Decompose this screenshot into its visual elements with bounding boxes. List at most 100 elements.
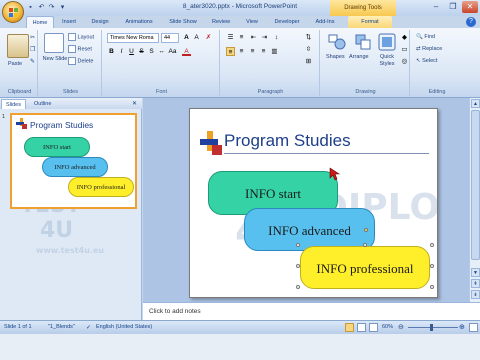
- tab-insert[interactable]: Insert: [57, 16, 81, 28]
- spellcheck-icon[interactable]: ✓: [86, 324, 91, 331]
- next-slide-icon[interactable]: ⇟: [471, 290, 480, 299]
- italic-icon[interactable]: I: [117, 47, 126, 56]
- numbering-icon[interactable]: ≡: [237, 33, 246, 42]
- pane-close-icon[interactable]: ✕: [132, 100, 137, 107]
- justify-icon[interactable]: ≡: [259, 47, 268, 56]
- help-icon[interactable]: ?: [466, 17, 476, 27]
- arrange-button[interactable]: Arrange: [349, 54, 369, 60]
- align-text-icon[interactable]: ⇳: [304, 45, 313, 54]
- tab-view[interactable]: View: [240, 16, 264, 28]
- reset-button[interactable]: Reset: [68, 45, 92, 53]
- tab-animations[interactable]: Animations: [119, 16, 159, 28]
- tab-review[interactable]: Review: [207, 16, 235, 28]
- paste-icon[interactable]: [7, 34, 29, 58]
- new-slide-button[interactable]: New Slide: [42, 56, 68, 63]
- cut-icon[interactable]: ✂: [30, 34, 35, 41]
- find-button[interactable]: 🔍 Find: [416, 34, 435, 40]
- text-direction-icon[interactable]: ⇅: [304, 33, 313, 42]
- bold-icon[interactable]: B: [107, 47, 116, 56]
- adjust-handle[interactable]: [364, 228, 368, 232]
- shrink-font-icon[interactable]: A: [192, 33, 201, 42]
- columns-icon[interactable]: ▥: [270, 47, 279, 56]
- selection-handle[interactable]: [296, 243, 300, 247]
- shapes-button[interactable]: Shapes: [326, 54, 345, 60]
- language-status[interactable]: English (United States): [96, 324, 152, 330]
- zoom-level[interactable]: 60%: [382, 324, 393, 330]
- shapes-icon[interactable]: [328, 33, 346, 51]
- font-color-icon[interactable]: A: [182, 47, 191, 56]
- scroll-thumb[interactable]: [471, 110, 480, 260]
- notes-pane[interactable]: Click to add notes: [143, 302, 480, 320]
- slide-show-icon[interactable]: [369, 323, 378, 332]
- tab-outline[interactable]: Outline: [30, 99, 55, 109]
- slide-title[interactable]: Program Studies: [224, 131, 351, 151]
- line-spacing-icon[interactable]: ↕: [272, 33, 281, 42]
- selection-handle[interactable]: [430, 285, 434, 289]
- shape-info-advanced[interactable]: INFO advanced: [244, 208, 375, 251]
- font-name-combo[interactable]: Times New Roma: [107, 33, 159, 43]
- zoom-slider-thumb[interactable]: [430, 324, 433, 331]
- tab-slide-show[interactable]: Slide Show: [164, 16, 202, 28]
- format-painter-icon[interactable]: ✎: [30, 58, 35, 65]
- tab-design[interactable]: Design: [86, 16, 114, 28]
- paste-button[interactable]: Paste: [8, 61, 22, 67]
- scroll-up-icon[interactable]: ▲: [471, 99, 480, 108]
- undo-icon[interactable]: ↶: [37, 3, 46, 12]
- clear-format-icon[interactable]: ✗: [204, 33, 213, 42]
- close-button[interactable]: ✕: [462, 1, 478, 13]
- previous-slide-icon[interactable]: ⇞: [471, 279, 480, 288]
- quick-styles-button[interactable]: Quick Styles: [374, 54, 400, 68]
- selection-handle[interactable]: [430, 243, 434, 247]
- normal-view-icon[interactable]: [345, 323, 354, 332]
- layout-button[interactable]: Layout: [68, 33, 94, 41]
- qat-customize-icon[interactable]: ▾: [58, 3, 67, 12]
- zoom-slider[interactable]: [408, 327, 458, 328]
- tab-format[interactable]: Format: [348, 16, 392, 28]
- align-right-icon[interactable]: ≡: [248, 47, 257, 56]
- align-center-icon[interactable]: ≡: [237, 47, 246, 56]
- fit-to-window-icon[interactable]: [469, 323, 478, 332]
- increase-indent-icon[interactable]: ⇥: [260, 33, 269, 42]
- tab-developer[interactable]: Developer: [268, 16, 306, 28]
- slide-canvas[interactable]: TEST 4U DIPLOMA Program Studies INFO sta…: [189, 108, 438, 298]
- selection-handle[interactable]: [430, 264, 434, 268]
- arrange-icon[interactable]: [354, 33, 372, 51]
- change-case-icon[interactable]: Aa: [168, 47, 177, 56]
- char-spacing-icon[interactable]: ↔: [157, 47, 166, 56]
- shape-fill-icon[interactable]: ◆: [400, 33, 409, 42]
- vertical-scrollbar[interactable]: ▲ ▼ ⇞ ⇟: [469, 98, 480, 302]
- tab-home[interactable]: Home: [26, 16, 54, 28]
- scroll-down-icon[interactable]: ▼: [471, 268, 480, 277]
- quick-styles-icon[interactable]: [378, 33, 396, 51]
- grow-font-icon[interactable]: A: [182, 33, 191, 42]
- selection-handle[interactable]: [363, 243, 367, 247]
- selection-handle[interactable]: [296, 285, 300, 289]
- shadow-icon[interactable]: S: [147, 47, 156, 56]
- office-button[interactable]: [2, 1, 24, 23]
- shape-outline-icon[interactable]: ▭: [400, 45, 409, 54]
- selection-handle[interactable]: [296, 264, 300, 268]
- delete-button[interactable]: Delete: [68, 57, 93, 65]
- slide-sorter-icon[interactable]: [357, 323, 366, 332]
- replace-button[interactable]: ⇄ Replace: [416, 46, 442, 52]
- slide-thumbnail[interactable]: Program Studies INFO start INFO advanced…: [10, 113, 137, 209]
- select-button[interactable]: ↖ Select: [416, 58, 437, 64]
- restore-button[interactable]: ❐: [445, 1, 461, 13]
- decrease-indent-icon[interactable]: ⇤: [249, 33, 258, 42]
- shape-effects-icon[interactable]: ◎: [400, 57, 409, 66]
- minimize-button[interactable]: –: [428, 1, 444, 13]
- underline-icon[interactable]: U: [127, 47, 136, 56]
- redo-icon[interactable]: ↷: [47, 3, 56, 12]
- strikethrough-icon[interactable]: S: [137, 47, 146, 56]
- zoom-out-icon[interactable]: ⊖: [398, 323, 404, 331]
- save-icon[interactable]: ▪: [26, 3, 35, 12]
- tab-slides[interactable]: Slides: [1, 99, 26, 109]
- align-left-icon[interactable]: ≡: [226, 47, 235, 56]
- bullets-icon[interactable]: ☰: [226, 33, 235, 42]
- font-size-combo[interactable]: 44: [161, 33, 179, 43]
- zoom-in-icon[interactable]: ⊕: [459, 323, 465, 331]
- tab-add-ins[interactable]: Add-Ins: [310, 16, 340, 28]
- new-slide-icon[interactable]: [44, 33, 64, 53]
- smartart-icon[interactable]: ⊞: [304, 57, 313, 66]
- shape-info-professional[interactable]: INFO professional: [300, 246, 430, 289]
